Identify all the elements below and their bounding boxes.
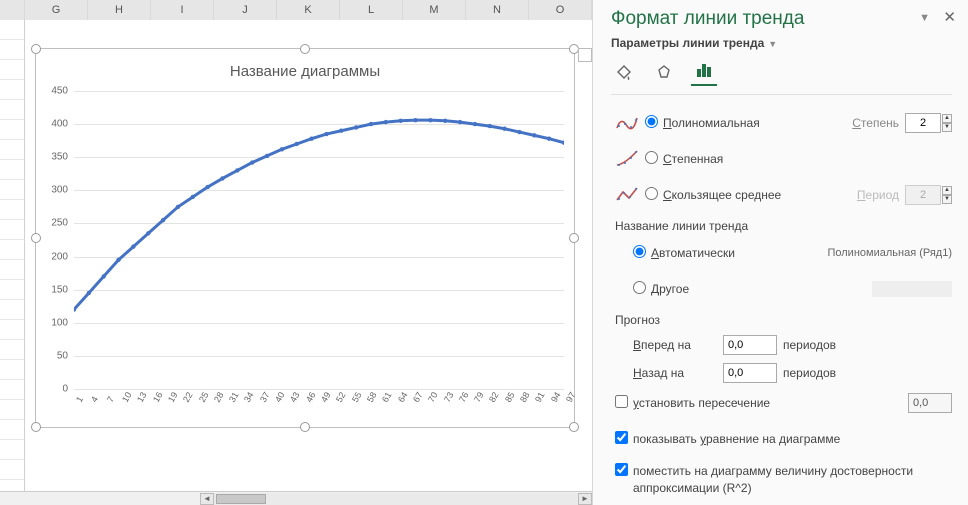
spin-down-icon[interactable]: ▼ <box>942 123 952 132</box>
col-header[interactable]: J <box>214 0 277 20</box>
col-header[interactable]: K <box>277 0 340 20</box>
chart-side-buttons <box>578 48 592 64</box>
period-input <box>905 185 941 205</box>
power-label[interactable]: Степенная <box>663 152 952 166</box>
forward-label: Вперед на <box>633 338 723 352</box>
pane-tabs <box>611 60 952 95</box>
backward-label: Назад на <box>633 366 723 380</box>
intercept-input <box>908 393 952 413</box>
poly-radio[interactable] <box>645 115 658 128</box>
resize-handle[interactable] <box>300 44 310 54</box>
close-icon[interactable]: ✕ <box>943 8 956 26</box>
scroll-left-icon[interactable]: ◄ <box>200 493 214 505</box>
plot-area[interactable] <box>74 91 564 387</box>
resize-handle[interactable] <box>569 422 579 432</box>
other-name-input[interactable] <box>872 281 952 297</box>
show-r2-label[interactable]: поместить на диаграмму величину достовер… <box>633 463 952 497</box>
col-header[interactable]: O <box>529 0 592 20</box>
fill-tab[interactable] <box>611 60 637 86</box>
movavg-label[interactable]: Скользящее среднее <box>663 188 857 202</box>
resize-handle[interactable] <box>569 233 579 243</box>
chart-object[interactable]: Название диаграммы 050100150200250300350… <box>35 48 575 428</box>
name-other-radio[interactable] <box>633 281 646 294</box>
x-axis: 1471013161922252831343740434649525558616… <box>74 389 564 427</box>
pane-menu-icon[interactable]: ▼ <box>919 12 930 24</box>
forward-input[interactable] <box>723 335 777 355</box>
forecast-section-title: Прогноз <box>615 313 952 327</box>
scroll-right-icon[interactable]: ► <box>578 493 592 505</box>
name-auto-label[interactable]: Автоматически <box>651 246 827 260</box>
col-header[interactable]: M <box>403 0 466 20</box>
show-eq-label[interactable]: показывать уравнение на диаграмме <box>633 432 952 446</box>
poly-label[interactable]: Полиномиальная <box>663 116 852 130</box>
show-eq-checkbox[interactable] <box>615 431 628 444</box>
y-axis: 050100150200250300350400450 <box>36 91 72 387</box>
col-header[interactable]: L <box>340 0 403 20</box>
col-header[interactable]: G <box>25 0 88 20</box>
name-section-title: Название линии тренда <box>615 219 952 233</box>
power-radio[interactable] <box>645 151 658 164</box>
degree-input[interactable] <box>905 113 941 133</box>
scroll-thumb[interactable] <box>216 494 266 504</box>
auto-name-value: Полиномиальная (Ряд1) <box>827 247 952 259</box>
resize-handle[interactable] <box>31 44 41 54</box>
show-r2-checkbox[interactable] <box>615 463 628 476</box>
intercept-checkbox[interactable] <box>615 395 628 408</box>
name-other-label[interactable]: Другое <box>651 282 872 296</box>
movavg-radio[interactable] <box>645 187 658 200</box>
pane-subtitle[interactable]: Параметры линии тренда▼ <box>611 36 952 50</box>
options-tab[interactable] <box>691 60 717 86</box>
col-header[interactable]: I <box>151 0 214 20</box>
intercept-label[interactable]: установить пересечение <box>633 396 908 410</box>
col-header[interactable]: N <box>466 0 529 20</box>
column-headers: G H I J K L M N O <box>0 0 592 20</box>
effects-tab[interactable] <box>651 60 677 86</box>
chart-plus-button[interactable] <box>578 48 592 62</box>
backward-input[interactable] <box>723 363 777 383</box>
resize-handle[interactable] <box>31 422 41 432</box>
name-auto-radio[interactable] <box>633 245 646 258</box>
format-trendline-pane: ▼ ✕ Формат линии тренда Параметры линии … <box>592 0 968 505</box>
chart-title[interactable]: Название диаграммы <box>36 63 574 80</box>
pane-title: Формат линии тренда <box>611 8 952 30</box>
spin-up-icon[interactable]: ▲ <box>942 114 952 123</box>
horizontal-scrollbar[interactable]: ◄ ► <box>0 491 592 505</box>
spreadsheet-area: G H I J K L M N O Название диаграммы 050… <box>0 0 592 505</box>
col-header[interactable]: H <box>88 0 151 20</box>
